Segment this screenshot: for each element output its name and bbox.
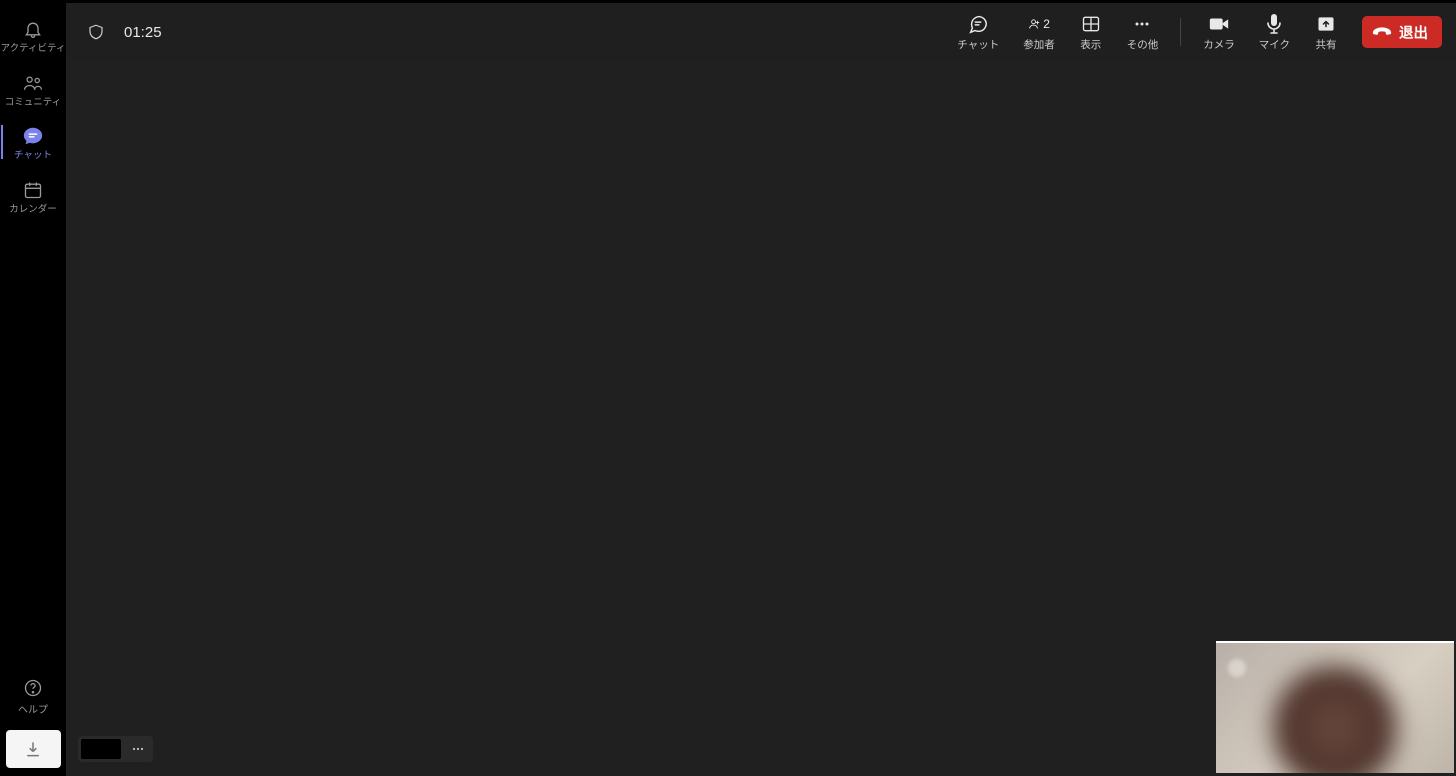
download-button[interactable] (6, 730, 61, 768)
app-sidebar: アクティビティ コミュニティ チャット カレンダー ヘルプ (0, 3, 66, 776)
sidebar-item-community[interactable]: コミュニティ (1, 62, 65, 116)
sidebar-item-help[interactable]: ヘルプ (1, 669, 65, 726)
toolbar-label: 表示 (1080, 40, 1101, 51)
camera-icon (1208, 13, 1230, 35)
sidebar-item-label: コミュニティ (5, 98, 61, 108)
toolbar-camera-button[interactable]: カメラ (1191, 3, 1247, 61)
call-toolbar: 01:25 チャット 2 参加者 (66, 3, 1456, 61)
call-timer: 01:25 (124, 24, 162, 41)
participant-count: 2 (1043, 17, 1050, 31)
help-label: ヘルプ (18, 701, 48, 716)
toolbar-divider (1180, 18, 1181, 46)
grid-view-icon (1080, 13, 1102, 35)
more-icon (1131, 13, 1153, 35)
leave-label: 退出 (1399, 22, 1428, 43)
toolbar-label: カメラ (1203, 40, 1235, 51)
sidebar-item-label: チャット (14, 151, 52, 161)
toolbar-label: その他 (1127, 40, 1159, 51)
toolbar-people-button[interactable]: 2 参加者 (1011, 3, 1067, 61)
toolbar-share-button[interactable]: 共有 (1302, 3, 1350, 61)
call-area: 01:25 チャット 2 参加者 (66, 3, 1456, 776)
chat-bubble-icon (967, 13, 989, 35)
self-view-indicator (1228, 659, 1246, 677)
people-count-icon: 2 (1028, 13, 1050, 35)
share-screen-icon (1315, 13, 1337, 35)
main-video-area (66, 61, 1456, 776)
sidebar-item-activity[interactable]: アクティビティ (1, 8, 65, 62)
hangup-icon (1372, 24, 1392, 40)
toolbar-view-button[interactable]: 表示 (1067, 3, 1115, 61)
sidebar-item-chat[interactable]: チャット (1, 115, 65, 169)
mic-icon (1263, 13, 1285, 35)
calendar-icon (21, 178, 45, 202)
toolbar-label: チャット (957, 40, 999, 51)
leave-call-button[interactable]: 退出 (1362, 16, 1442, 48)
bell-icon (21, 17, 45, 41)
content-thumbnail (81, 739, 121, 759)
more-icon[interactable] (127, 738, 149, 760)
self-video-thumbnail[interactable] (1216, 641, 1454, 773)
sidebar-item-label: カレンダー (9, 205, 57, 215)
toolbar-mic-button[interactable]: マイク (1247, 3, 1302, 61)
toolbar-label: 参加者 (1023, 40, 1055, 51)
content-thumbnail-bar[interactable] (78, 736, 153, 762)
sidebar-item-label: アクティビティ (1, 44, 66, 54)
chat-icon (21, 124, 45, 148)
help-icon (23, 678, 43, 698)
download-icon (23, 739, 43, 759)
sidebar-item-calendar[interactable]: カレンダー (1, 169, 65, 223)
people-icon (21, 71, 45, 95)
toolbar-label: 共有 (1316, 40, 1337, 51)
shield-icon[interactable] (86, 22, 106, 42)
toolbar-chat-button[interactable]: チャット (945, 3, 1011, 61)
toolbar-more-button[interactable]: その他 (1115, 3, 1171, 61)
toolbar-label: マイク (1259, 40, 1290, 51)
